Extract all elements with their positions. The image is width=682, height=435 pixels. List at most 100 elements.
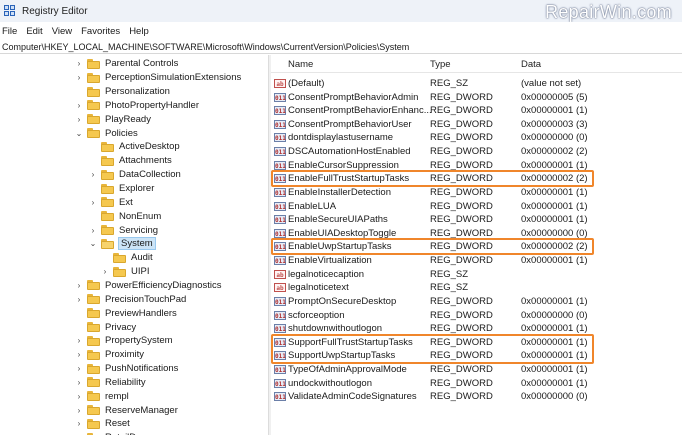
menu-edit[interactable]: Edit <box>26 26 42 37</box>
tree-node[interactable]: › DataCollection <box>89 168 181 182</box>
binary-value-icon: 011 <box>274 296 286 306</box>
chevron-right-icon[interactable]: › <box>89 198 97 207</box>
value-name: TypeOfAdminApprovalMode <box>288 364 407 376</box>
chevron-right-icon[interactable]: › <box>75 59 83 68</box>
address-bar[interactable]: Computer\HKEY_LOCAL_MACHINE\SOFTWARE\Mic… <box>0 40 682 54</box>
folder-icon <box>87 363 100 374</box>
value-row[interactable]: ab legalnoticecaption REG_SZ <box>271 268 682 282</box>
tree-node[interactable]: ⌄ System <box>89 237 156 251</box>
value-row[interactable]: 011 TypeOfAdminApprovalMode REG_DWORD 0x000… <box>271 363 682 377</box>
value-row[interactable]: 011 ConsentPromptBehaviorEnhanc... REG_DWO… <box>271 104 682 118</box>
value-row[interactable]: 011 SupportFullTrustStartupTasks REG_DWORD… <box>271 336 682 350</box>
chevron-right-icon[interactable]: › <box>101 267 109 276</box>
chevron-down-icon[interactable]: ⌄ <box>75 129 83 138</box>
tree-node[interactable]: › PhotoPropertyHandler <box>75 99 199 113</box>
tree-node[interactable]: › rempl <box>75 389 129 403</box>
tree-node[interactable]: Privacy <box>75 320 136 334</box>
value-row[interactable]: 011 undockwithoutlogon REG_DWORD 0x00000001… <box>271 377 682 391</box>
chevron-right-icon[interactable]: › <box>75 295 83 304</box>
value-row[interactable]: 011 EnableSecureUIAPaths REG_DWORD 0x000000… <box>271 213 682 227</box>
tree-node-label: Personalization <box>105 86 170 98</box>
chevron-right-icon[interactable]: › <box>89 226 97 235</box>
tree-node[interactable]: › Reliability <box>75 376 146 390</box>
tree-node[interactable]: ActiveDesktop <box>89 140 180 154</box>
tree-node[interactable]: › Ext <box>89 196 133 210</box>
tree-node[interactable]: › UIPI <box>101 265 150 279</box>
value-name: ValidateAdminCodeSignatures <box>288 391 417 403</box>
value-row[interactable]: 011 dontdisplaylastusername REG_DWORD 0x000… <box>271 131 682 145</box>
value-row[interactable]: 011 PromptOnSecureDesktop REG_DWORD 0x00000… <box>271 295 682 309</box>
value-row[interactable]: 011 shutdownwithoutlogon REG_DWORD 0x000000… <box>271 322 682 336</box>
menu-favorites[interactable]: Favorites <box>81 26 120 37</box>
menu-view[interactable]: View <box>52 26 72 37</box>
value-row[interactable]: 011 EnableInstallerDetection REG_DWORD 0x00… <box>271 186 682 200</box>
tree-node[interactable]: › PerceptionSimulationExtensions <box>75 71 242 85</box>
tree-node[interactable]: ⌄ Policies <box>75 126 138 140</box>
value-type: REG_SZ <box>430 268 469 280</box>
tree-node[interactable]: › Servicing <box>89 223 158 237</box>
value-type: REG_DWORD <box>430 336 493 348</box>
chevron-right-icon[interactable]: › <box>75 378 83 387</box>
tree-node-label: Reset <box>105 418 130 430</box>
value-row[interactable]: 011 EnableLUA REG_DWORD 0x00000001 (1) <box>271 200 682 214</box>
value-row[interactable]: ab legalnoticetext REG_SZ <box>271 281 682 295</box>
chevron-down-icon[interactable]: ⌄ <box>89 239 97 248</box>
value-name: SupportUwpStartupTasks <box>288 350 396 362</box>
tree-node[interactable]: Audit <box>101 251 153 265</box>
value-row[interactable]: 011 EnableUIADesktopToggle REG_DWORD 0x0000… <box>271 227 682 241</box>
chevron-right-icon[interactable]: › <box>75 419 83 428</box>
tree-node[interactable]: › Reset <box>75 417 130 431</box>
tree-node[interactable]: › PlayReady <box>75 112 151 126</box>
tree-node[interactable]: › PrecisionTouchPad <box>75 292 187 306</box>
binary-value-icon: 011 <box>274 310 286 320</box>
folder-icon <box>87 322 100 333</box>
value-row[interactable]: 011 EnableUwpStartupTasks REG_DWORD 0x00000… <box>271 240 682 254</box>
column-header-type[interactable]: Type <box>430 59 451 70</box>
value-row[interactable]: 011 ConsentPromptBehaviorUser REG_DWORD 0x0… <box>271 118 682 132</box>
chevron-right-icon[interactable]: › <box>75 350 83 359</box>
window-title: Registry Editor <box>22 5 88 17</box>
value-name: undockwithoutlogon <box>288 377 372 389</box>
value-row[interactable]: 011 scforceoption REG_DWORD 0x00000000 (0) <box>271 309 682 323</box>
chevron-right-icon[interactable]: › <box>75 115 83 124</box>
column-header-name[interactable]: Name <box>288 59 313 70</box>
value-row[interactable]: 011 ConsentPromptBehaviorAdmin REG_DWORD 0x… <box>271 91 682 105</box>
value-name: EnableCursorSuppression <box>288 159 399 171</box>
value-row[interactable]: 011 SupportUwpStartupTasks REG_DWORD 0x0000… <box>271 349 682 363</box>
binary-value-icon: 011 <box>274 351 286 361</box>
tree-node[interactable]: › ReserveManager <box>75 403 178 417</box>
chevron-right-icon[interactable]: › <box>75 281 83 290</box>
chevron-right-icon[interactable]: › <box>75 406 83 415</box>
tree-node[interactable]: › PowerEfficiencyDiagnostics <box>75 279 222 293</box>
value-row[interactable]: 011 EnableCursorSuppression REG_DWORD 0x000… <box>271 159 682 173</box>
column-header-data[interactable]: Data <box>521 59 541 70</box>
value-row[interactable]: 011 ValidateAdminCodeSignatures REG_DWORD 0… <box>271 390 682 404</box>
value-data: 0x00000001 (1) <box>521 350 588 362</box>
value-data: 0x00000002 (2) <box>521 241 588 253</box>
menu-file[interactable]: File <box>2 26 17 37</box>
tree-node[interactable]: Attachments <box>89 154 172 168</box>
chevron-right-icon[interactable]: › <box>75 364 83 373</box>
chevron-right-icon[interactable]: › <box>75 101 83 110</box>
tree-node[interactable]: › PushNotifications <box>75 362 179 376</box>
tree-node[interactable]: › PropertySystem <box>75 334 173 348</box>
tree-node[interactable]: NonEnum <box>89 209 161 223</box>
chevron-right-icon[interactable]: › <box>75 73 83 82</box>
value-row[interactable]: 011 DSCAutomationHostEnabled REG_DWORD 0x00… <box>271 145 682 159</box>
value-row[interactable]: ab (Default) REG_SZ (value not set) <box>271 77 682 91</box>
tree-node[interactable]: Personalization <box>75 85 170 99</box>
chevron-right-icon[interactable]: › <box>89 170 97 179</box>
tree-node[interactable]: › Parental Controls <box>75 57 179 71</box>
value-row[interactable]: 011 EnableVirtualization REG_DWORD 0x000000… <box>271 254 682 268</box>
tree-node[interactable]: ›RetailDemo <box>75 431 155 435</box>
chevron-right-icon[interactable]: › <box>75 336 83 345</box>
menu-help[interactable]: Help <box>129 26 149 37</box>
tree-node-label: rempl <box>105 390 129 402</box>
tree-node[interactable]: PreviewHandlers <box>75 306 177 320</box>
folder-icon <box>113 266 126 277</box>
tree-node[interactable]: Explorer <box>89 182 154 196</box>
chevron-right-icon[interactable]: › <box>75 392 83 401</box>
value-row[interactable]: 011 EnableFullTrustStartupTasks REG_DWORD 0… <box>271 172 682 186</box>
value-type: REG_DWORD <box>430 186 493 198</box>
tree-node[interactable]: › Proximity <box>75 348 144 362</box>
